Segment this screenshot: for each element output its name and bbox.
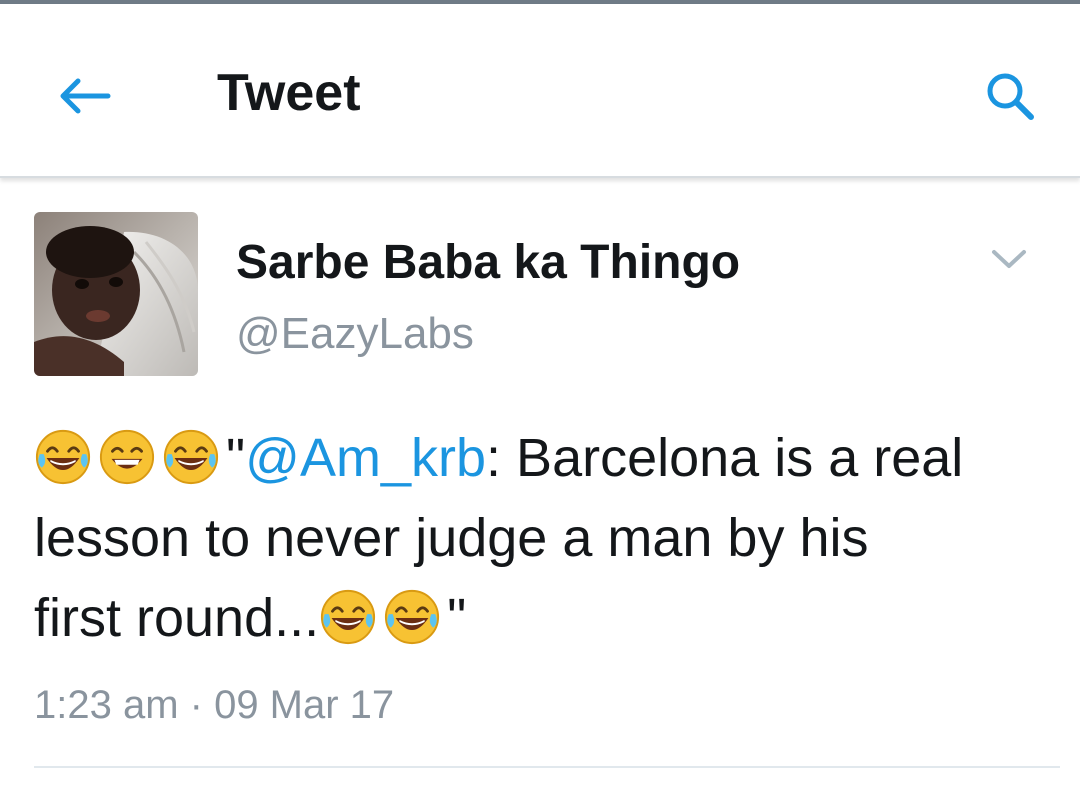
tweet-text-segment: : Barcelona is a real (486, 428, 964, 488)
page-title: Tweet (217, 64, 361, 122)
chevron-down-icon (992, 250, 1026, 268)
tweet-text: "@Am_krb: Barcelona is a real lesson to … (34, 418, 1054, 658)
grinning-face-with-smiling-eyes-icon (99, 429, 155, 485)
avatar-photo (34, 212, 198, 376)
tweet-line-3: first round... " (34, 578, 1054, 658)
mention-link[interactable]: @Am_krb (245, 428, 486, 488)
app-bar: Tweet (0, 4, 1080, 178)
face-with-tears-of-joy-icon (321, 589, 376, 645)
quote-open: " (226, 428, 246, 488)
arrow-left-icon (60, 78, 111, 114)
tweet-text-segment: first round... (34, 588, 320, 648)
face-with-tears-of-joy-icon (163, 429, 219, 485)
tweet-line-2: lesson to never judge a man by his (34, 508, 869, 568)
avatar[interactable] (34, 212, 198, 376)
user-handle[interactable]: @EazyLabs (236, 308, 474, 360)
quote-close: " (447, 588, 467, 648)
back-button[interactable] (46, 61, 122, 131)
divider (34, 766, 1060, 768)
search-icon (987, 73, 1034, 120)
display-name[interactable]: Sarbe Baba ka Thingo (236, 234, 740, 292)
tweet-menu-button[interactable] (980, 232, 1038, 286)
face-with-tears-of-joy-icon (385, 589, 440, 645)
search-button[interactable] (970, 60, 1050, 132)
face-with-tears-of-joy-icon (35, 429, 91, 485)
tweet-line-1: "@Am_krb: Barcelona is a real (34, 418, 1054, 498)
tweet-timestamp: 1:23 am · 09 Mar 17 (34, 683, 395, 727)
